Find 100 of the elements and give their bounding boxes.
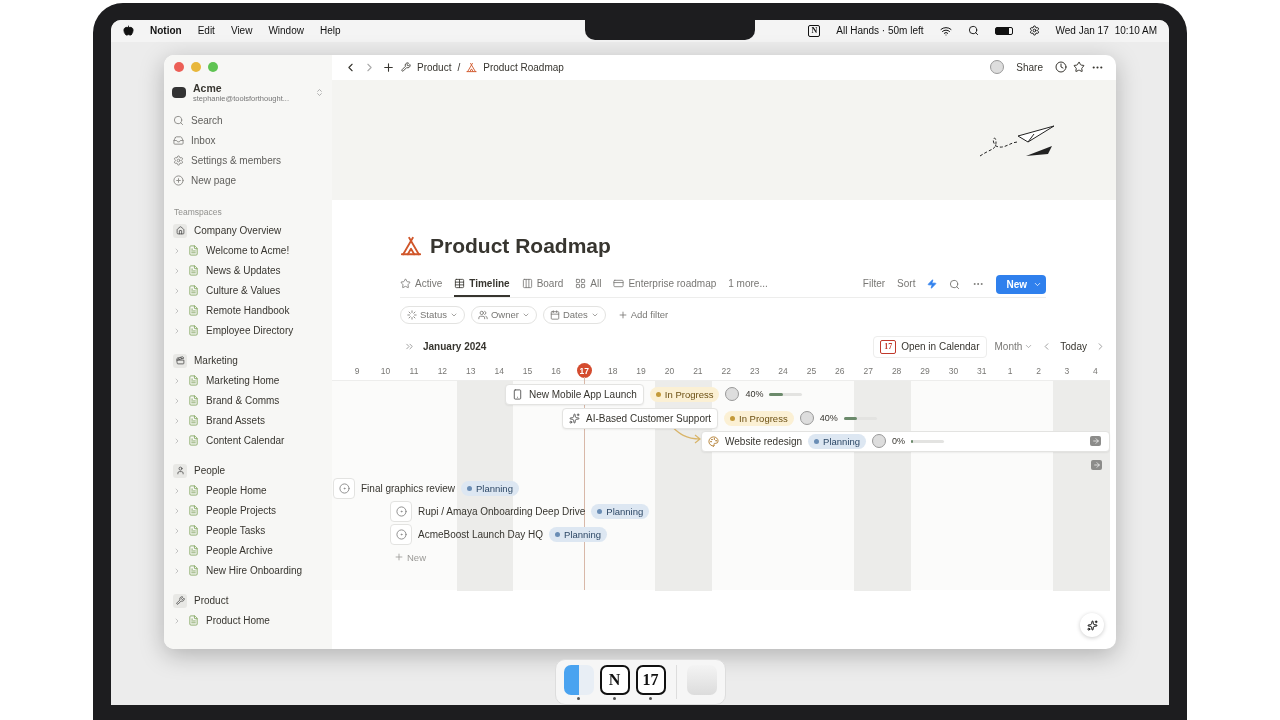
sidebar-page[interactable]: People Tasks: [168, 520, 328, 541]
open-calendar-button[interactable]: 17 Open in Calendar: [873, 335, 987, 358]
status-tag[interactable]: Planning: [591, 503, 650, 519]
sidebar-page[interactable]: People Home: [168, 480, 328, 501]
menu-item[interactable]: View: [230, 25, 253, 37]
sidebar-item[interactable]: New page: [168, 170, 328, 191]
chevron-right-icon[interactable]: [173, 286, 181, 295]
toolbar-action[interactable]: Filter: [862, 271, 886, 298]
arrow-right-icon[interactable]: [1090, 436, 1101, 447]
apple-icon[interactable]: [123, 25, 134, 37]
sidebar-page[interactable]: Employee Directory: [168, 320, 328, 341]
workspace-name[interactable]: Acme: [193, 81, 308, 94]
chevron-right-icon[interactable]: [173, 246, 181, 255]
notion-status-icon[interactable]: N: [808, 25, 821, 37]
add-filter-button[interactable]: Add filter: [611, 305, 675, 324]
sidebar-item[interactable]: Search: [168, 110, 328, 131]
icon-box[interactable]: [390, 500, 412, 522]
timeline-bar[interactable]: New Mobile App Launch: [505, 383, 644, 405]
notion-app-icon[interactable]: N: [599, 664, 630, 695]
view-tab[interactable]: Active: [400, 271, 443, 298]
view-tab[interactable]: All: [575, 271, 602, 298]
maximize-icon[interactable]: [208, 61, 218, 72]
view-tab[interactable]: Enterprise roadmap: [613, 271, 717, 298]
chevron-right-icon[interactable]: [173, 416, 181, 425]
teamspace-item[interactable]: Product: [168, 590, 328, 611]
timeline-bar[interactable]: Website redesign Planning 0%: [701, 430, 1110, 452]
chevron-right-icon[interactable]: [173, 526, 181, 535]
finder-icon[interactable]: [563, 664, 594, 695]
sidebar-page[interactable]: New Hire Onboarding: [168, 560, 328, 581]
sidebar-page[interactable]: People Projects: [168, 500, 328, 521]
chevron-right-icon[interactable]: [173, 396, 181, 405]
menu-time[interactable]: 10:10 AM: [1114, 25, 1157, 37]
chevron-right-icon[interactable]: [173, 266, 181, 275]
sidebar-page[interactable]: Welcome to Acme!: [168, 240, 328, 261]
chevron-right-icon[interactable]: [173, 376, 181, 385]
chevron-right-icon[interactable]: [173, 326, 181, 335]
battery-icon[interactable]: [994, 27, 1013, 35]
breadcrumb-link[interactable]: Product Roadmap: [483, 61, 564, 73]
teamspace-item[interactable]: Company Overview: [168, 220, 328, 241]
task-name[interactable]: Rupi / Amaya Onboarding Deep Drive: [418, 505, 586, 517]
item-name[interactable]: AI-Based Customer Support: [586, 412, 712, 424]
avatar[interactable]: [990, 60, 1005, 75]
switcher-icon[interactable]: [315, 87, 324, 97]
sidebar-page[interactable]: Culture & Values: [168, 280, 328, 301]
item-name[interactable]: New Mobile App Launch: [529, 388, 637, 400]
status-tag[interactable]: In Progress: [724, 410, 794, 426]
menu-item[interactable]: Notion: [150, 25, 182, 37]
history-icon[interactable]: [1055, 61, 1067, 74]
lightning-icon[interactable]: [927, 279, 938, 290]
chevron-right-icon[interactable]: [173, 566, 181, 575]
sparkle-button[interactable]: [1080, 613, 1104, 638]
sidebar-page[interactable]: Product Home: [168, 610, 328, 631]
scale-dropdown[interactable]: Month: [994, 341, 1023, 353]
sidebar-item[interactable]: Inbox: [168, 130, 328, 151]
calendar-app-icon[interactable]: 17: [635, 664, 666, 695]
sidebar-page[interactable]: Marketing Home: [168, 370, 328, 391]
add-icon[interactable]: [382, 60, 395, 74]
share-button[interactable]: Share: [1016, 61, 1043, 73]
wifi-icon[interactable]: [939, 25, 952, 37]
teamspace-item[interactable]: People: [168, 460, 328, 481]
sidebar-page[interactable]: Brand & Comms: [168, 390, 328, 411]
icon-box[interactable]: [390, 523, 412, 545]
minimize-icon[interactable]: [191, 61, 201, 72]
close-icon[interactable]: [174, 61, 184, 72]
icon-box[interactable]: [333, 477, 355, 499]
teamspace-item[interactable]: Marketing: [168, 350, 328, 371]
today-button[interactable]: Today: [1060, 341, 1087, 353]
view-tab[interactable]: Board: [521, 271, 564, 298]
menu-item[interactable]: Window: [268, 25, 304, 37]
trash-icon[interactable]: [686, 664, 717, 695]
new-button[interactable]: New: [996, 274, 1046, 294]
sidebar-page[interactable]: News & Updates: [168, 260, 328, 281]
sidebar-page[interactable]: People Archive: [168, 540, 328, 561]
meeting-reminder[interactable]: All Hands · 50m left: [836, 25, 924, 37]
status-tag[interactable]: Planning: [549, 526, 608, 542]
task-name[interactable]: AcmeBoost Launch Day HQ: [418, 528, 544, 540]
item-name[interactable]: Website redesign: [725, 435, 803, 447]
chevron-right-icon[interactable]: [173, 506, 181, 515]
chevron-right-icon[interactable]: [173, 306, 181, 315]
chevron-right-icon[interactable]: [173, 546, 181, 555]
breadcrumb-link[interactable]: Product: [417, 61, 452, 73]
search-icon[interactable]: [967, 25, 979, 37]
menu-item[interactable]: Edit: [197, 25, 215, 37]
more-views-link[interactable]: 1 more...: [728, 271, 768, 298]
menu-item[interactable]: Help: [319, 25, 341, 37]
chevron-right-icon[interactable]: [173, 486, 181, 495]
status-tag[interactable]: Planning: [808, 433, 867, 449]
favorite-icon[interactable]: [1073, 61, 1085, 74]
menu-date[interactable]: Wed Jan 17: [1055, 25, 1109, 37]
sidebar-page[interactable]: Brand Assets: [168, 410, 328, 431]
view-tab[interactable]: Timeline: [454, 271, 510, 298]
sidebar-item[interactable]: Settings & members: [168, 150, 328, 171]
sidebar-page[interactable]: Content Calendar: [168, 430, 328, 451]
arrow-right-icon[interactable]: [1091, 459, 1102, 470]
task-name[interactable]: Final graphics review: [361, 482, 455, 494]
sidebar-page[interactable]: Remote Handbook: [168, 300, 328, 321]
timeline-bar[interactable]: AI-Based Customer Support: [562, 407, 719, 429]
chevron-right-icon[interactable]: [173, 436, 181, 445]
toolbar-action[interactable]: Sort: [897, 271, 916, 298]
chevron-right-icon[interactable]: [173, 616, 181, 625]
